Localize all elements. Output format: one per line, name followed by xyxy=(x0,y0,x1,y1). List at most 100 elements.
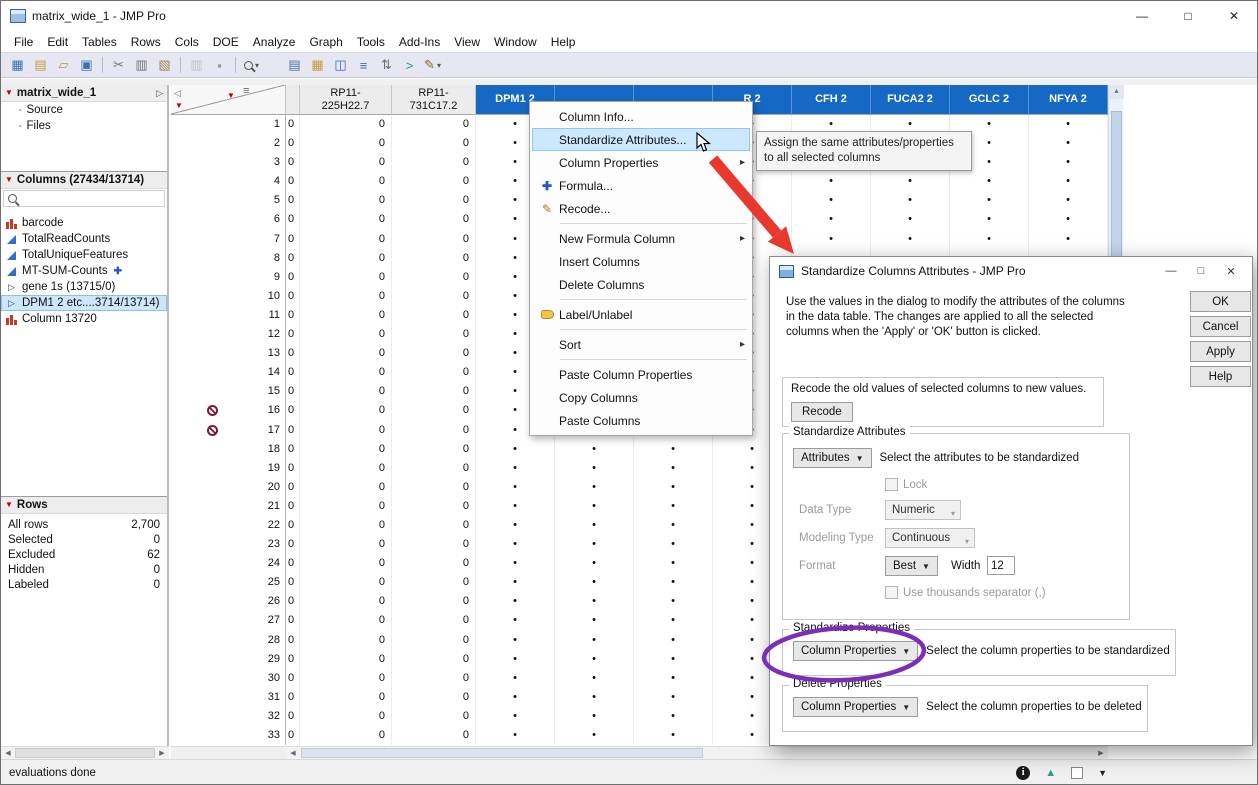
menu-item-delete-columns[interactable]: Delete Columns xyxy=(532,273,750,296)
align-left-icon[interactable]: ≡ xyxy=(353,55,374,75)
data-cell[interactable]: 0 xyxy=(392,382,476,401)
data-cell[interactable]: 0 xyxy=(300,421,392,440)
data-cell[interactable]: • xyxy=(555,478,634,497)
data-cell[interactable]: • xyxy=(476,669,555,688)
data-cell[interactable]: • xyxy=(555,669,634,688)
menu-tables[interactable]: Tables xyxy=(75,33,124,51)
data-cell[interactable]: 0 xyxy=(286,401,300,420)
data-cell[interactable]: • xyxy=(555,440,634,459)
data-cell[interactable]: 0 xyxy=(392,535,476,554)
data-cell[interactable]: • xyxy=(476,650,555,669)
menu-item-insert-columns[interactable]: Insert Columns xyxy=(532,250,750,273)
data-cell[interactable]: • xyxy=(555,459,634,478)
dialog-button-cancel[interactable]: Cancel xyxy=(1190,316,1251,337)
data-cell[interactable]: • xyxy=(634,478,713,497)
row-number-cell[interactable]: 9 xyxy=(171,268,286,287)
data-cell[interactable]: 0 xyxy=(300,287,392,306)
table-horizontal-scrollbar[interactable]: ◀ ▶ xyxy=(286,746,1108,759)
data-cell[interactable]: • xyxy=(1029,191,1108,210)
data-cell[interactable]: 0 xyxy=(392,249,476,268)
data-cell[interactable]: 0 xyxy=(300,191,392,210)
data-cell[interactable]: 0 xyxy=(300,325,392,344)
data-cell[interactable]: 0 xyxy=(300,363,392,382)
row-number-cell[interactable]: 3 xyxy=(171,153,286,172)
data-cell[interactable]: 0 xyxy=(392,554,476,573)
upload-arrow-icon[interactable]: ▲ xyxy=(1045,767,1056,779)
data-cell[interactable]: 0 xyxy=(392,631,476,650)
data-cell[interactable]: 0 xyxy=(392,153,476,172)
data-cell[interactable]: 0 xyxy=(286,287,300,306)
data-cell[interactable]: 0 xyxy=(286,516,300,535)
new-data-table-icon[interactable]: ▦ xyxy=(7,55,28,75)
data-cell[interactable]: 0 xyxy=(300,688,392,707)
data-cell[interactable]: 0 xyxy=(300,631,392,650)
menu-tools[interactable]: Tools xyxy=(350,33,392,51)
data-cell[interactable]: • xyxy=(476,726,555,745)
data-cell[interactable]: • xyxy=(476,440,555,459)
data-cell[interactable]: • xyxy=(555,592,634,611)
data-cell[interactable]: 0 xyxy=(286,535,300,554)
data-cell[interactable]: • xyxy=(634,707,713,726)
rows-panel-header[interactable]: ▼ Rows xyxy=(1,497,167,514)
data-cell[interactable]: 0 xyxy=(300,669,392,688)
row-number-cell[interactable]: 31 xyxy=(171,688,286,707)
column-item-totalreadcounts[interactable]: TotalReadCounts xyxy=(1,231,167,247)
table-panel-item-files[interactable]: ▪Files xyxy=(1,118,167,134)
data-cell[interactable]: 0 xyxy=(286,363,300,382)
data-cell[interactable]: • xyxy=(555,535,634,554)
data-cell[interactable]: 0 xyxy=(392,611,476,630)
copy-icon[interactable]: ▥ xyxy=(131,55,152,75)
menu-item-sort[interactable]: Sort▸ xyxy=(532,333,750,356)
menu-item-new-formula-column[interactable]: New Formula Column▸ xyxy=(532,227,750,250)
data-cell[interactable]: 0 xyxy=(392,325,476,344)
data-cell[interactable]: • xyxy=(634,554,713,573)
menu-item-column-properties[interactable]: Column Properties▸ xyxy=(532,151,750,174)
data-cell[interactable]: 0 xyxy=(300,516,392,535)
data-cell[interactable]: 0 xyxy=(286,669,300,688)
data-cell[interactable]: 0 xyxy=(392,268,476,287)
data-cell[interactable]: 0 xyxy=(300,344,392,363)
red-triangle-menu-icon[interactable]: ▼ xyxy=(5,176,13,184)
data-cell[interactable]: • xyxy=(634,497,713,516)
data-cell[interactable]: 0 xyxy=(300,210,392,229)
data-cell[interactable]: 0 xyxy=(286,344,300,363)
modeling-type-select[interactable]: Continuous xyxy=(885,528,975,548)
row-number-cell[interactable]: 1 xyxy=(171,115,286,134)
scroll-right-icon[interactable]: ▶ xyxy=(155,747,169,759)
row-number-cell[interactable]: 28 xyxy=(171,631,286,650)
data-cell[interactable]: • xyxy=(555,497,634,516)
data-cell[interactable]: • xyxy=(634,669,713,688)
data-cell[interactable]: 0 xyxy=(392,210,476,229)
data-cell[interactable]: 0 xyxy=(300,459,392,478)
data-cell[interactable]: • xyxy=(555,516,634,535)
panel-expander-icon[interactable]: ▷ xyxy=(156,88,163,99)
data-cell[interactable]: • xyxy=(1029,115,1108,134)
data-cell[interactable]: • xyxy=(634,573,713,592)
selected-column-nfya-2-header[interactable]: NFYA 2 xyxy=(1029,85,1108,115)
data-cell[interactable]: 0 xyxy=(392,726,476,745)
data-cell[interactable]: 0 xyxy=(392,287,476,306)
row-number-cell[interactable]: 26 xyxy=(171,592,286,611)
data-cell[interactable]: 0 xyxy=(300,573,392,592)
cut-icon[interactable]: ✂ xyxy=(108,55,129,75)
data-cell[interactable]: 0 xyxy=(300,268,392,287)
data-cell[interactable]: 0 xyxy=(286,726,300,745)
data-cell[interactable]: • xyxy=(476,611,555,630)
data-cell[interactable]: 0 xyxy=(300,382,392,401)
scrollbar-thumb[interactable] xyxy=(301,748,703,758)
data-cell[interactable]: 0 xyxy=(392,363,476,382)
data-cell[interactable]: • xyxy=(871,230,950,249)
paste-icon[interactable]: ▧ xyxy=(154,55,175,75)
search-icon[interactable]: ▾ xyxy=(241,55,262,75)
data-cell[interactable]: • xyxy=(555,650,634,669)
open-file-icon[interactable]: ▱ xyxy=(53,55,74,75)
columns-panel-header[interactable]: ▼ Columns (27434/13714) xyxy=(1,172,167,189)
format-best-dropdown[interactable]: Best ▼ xyxy=(885,556,938,576)
data-cell[interactable]: • xyxy=(555,611,634,630)
data-cell[interactable]: 0 xyxy=(286,306,300,325)
data-cell[interactable]: • xyxy=(555,554,634,573)
data-cell[interactable]: • xyxy=(555,726,634,745)
column-item-gene-1s-13715-0[interactable]: ▷gene 1s (13715/0) xyxy=(1,279,167,295)
dialog-maximize-button[interactable]: □ xyxy=(1186,265,1216,277)
row-number-cell[interactable]: 30 xyxy=(171,669,286,688)
